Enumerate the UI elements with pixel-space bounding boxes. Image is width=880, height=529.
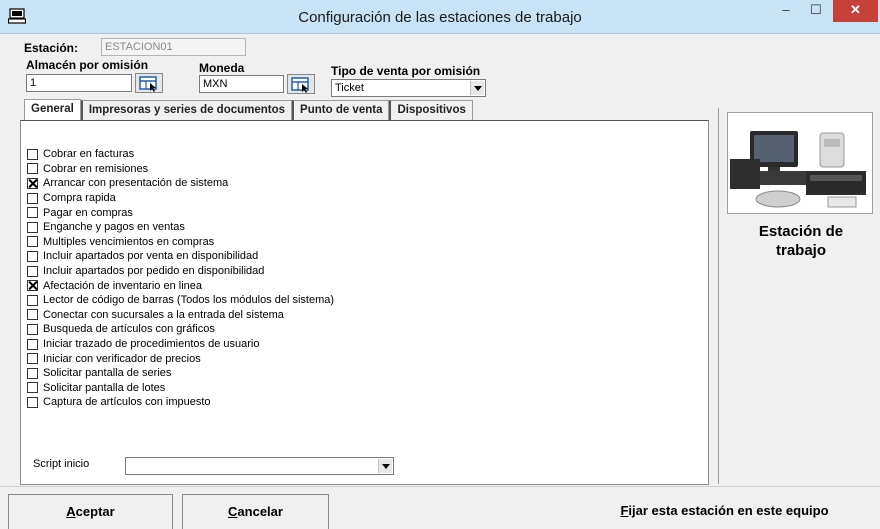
table-lookup-icon [291,77,309,93]
tipo-venta-label: Tipo de venta por omisión [331,64,481,78]
option-row[interactable]: Iniciar trazado de procedimientos de usu… [27,337,334,352]
option-label: Cobrar en remisiones [43,162,149,175]
option-label: Captura de artículos con impuesto [43,396,211,409]
option-row[interactable]: Incluir apartados por pedido en disponib… [27,264,334,279]
option-checkbox[interactable] [27,396,38,408]
option-checkbox[interactable] [27,323,38,335]
moneda-label: Moneda [199,61,245,75]
option-row[interactable]: Conectar con sucursales a la entrada del… [27,308,334,323]
cancelar-button[interactable]: Cancelar [182,494,329,529]
option-row[interactable]: Solicitar pantalla de lotes [27,381,334,396]
table-lookup-icon [139,76,157,92]
almacen-field[interactable]: 1 [26,74,132,92]
option-checkbox[interactable] [27,309,38,321]
option-row[interactable]: Afectación de inventario en linea [27,278,334,293]
option-row[interactable]: Incluir apartados por venta en disponibi… [27,249,334,264]
option-label: Busqueda de artículos con gráficos [43,323,215,336]
aceptar-label: ceptar [75,504,115,519]
option-row[interactable]: Lector de código de barras (Todos los mó… [27,293,334,308]
aceptar-accelerator: A [66,504,76,519]
script-inicio-label: Script inicio [33,458,90,470]
option-checkbox[interactable] [27,207,38,219]
option-row[interactable]: Multiples vencimientos en compras [27,235,334,250]
option-label: Solicitar pantalla de lotes [43,381,166,394]
option-row[interactable]: Compra rapida [27,191,334,206]
option-label: Iniciar trazado de procedimientos de usu… [43,338,260,351]
moneda-field[interactable]: MXN [199,75,284,93]
minimize-button[interactable]: – [772,0,800,22]
tab-impresoras[interactable]: Impresoras y series de documentos [80,100,293,120]
station-caption-line1: Estación de [758,223,844,240]
option-checkbox[interactable] [27,250,38,262]
script-inicio-select[interactable] [125,457,394,475]
window-title: Configuración de las estaciones de traba… [298,9,582,26]
option-checkbox[interactable] [27,265,38,277]
almacen-label: Almacén por omisión [26,58,149,72]
option-checkbox[interactable] [27,382,38,394]
station-caption: Estación de trabajo [725,222,877,260]
option-row[interactable]: Cobrar en remisiones [27,162,334,177]
option-checkbox[interactable] [27,163,38,175]
option-label: Enganche y pagos en ventas [43,221,185,234]
estacion-field: ESTACION01 [101,38,246,56]
tab-strip: General Impresoras y series de documento… [24,99,473,121]
option-checkbox[interactable] [27,177,38,189]
option-checkbox[interactable] [27,367,38,379]
side-divider [718,108,719,484]
option-checkbox[interactable] [27,236,38,248]
option-checkbox[interactable] [27,221,38,233]
tab-punto-de-venta[interactable]: Punto de venta [292,100,390,120]
close-button[interactable]: ✕ [833,0,878,22]
title-bar: Configuración de las estaciones de traba… [0,0,880,34]
option-label: Cobrar en facturas [43,148,135,161]
moneda-lookup-button[interactable] [287,74,315,94]
option-label: Iniciar con verificador de precios [43,352,201,365]
option-label: Pagar en compras [43,206,133,219]
option-checkbox[interactable] [27,148,38,160]
option-checkbox[interactable] [27,338,38,350]
aceptar-button[interactable]: Aceptar [8,494,173,529]
option-label: Solicitar pantalla de series [43,367,172,380]
tipo-venta-select[interactable]: Ticket [331,79,486,97]
option-row[interactable]: Enganche y pagos en ventas [27,220,334,235]
estacion-label: Estación: [24,41,79,55]
option-row[interactable]: Solicitar pantalla de series [27,366,334,381]
station-caption-line2: trabajo [775,242,826,259]
option-checkbox[interactable] [27,353,38,365]
option-row[interactable]: Captura de artículos con impuesto [27,395,334,410]
chevron-down-icon[interactable] [378,459,392,473]
cancelar-label: ancelar [237,504,283,519]
option-label: Compra rapida [43,192,116,205]
tab-general[interactable]: General [24,99,81,121]
option-row[interactable]: Arrancar con presentación de sistema [27,176,334,191]
option-row[interactable]: Iniciar con verificador de precios [27,351,334,366]
option-label: Arrancar con presentación de sistema [43,177,229,190]
option-checkbox[interactable] [27,192,38,204]
workstation-image [727,112,873,214]
maximize-button[interactable]: ☐ [802,0,830,22]
fijar-label: ijar esta estación en este equipo [628,503,829,518]
tipo-venta-value: Ticket [335,82,364,94]
option-row[interactable]: Busqueda de artículos con gráficos [27,322,334,337]
chevron-down-icon[interactable] [470,81,484,95]
option-checkbox[interactable] [27,280,38,292]
option-label: Incluir apartados por pedido en disponib… [43,265,265,278]
option-label: Lector de código de barras (Todos los mó… [43,294,335,307]
cancelar-accelerator: C [228,504,238,519]
option-label: Multiples vencimientos en compras [43,235,215,248]
option-label: Conectar con sucursales a la entrada del… [43,308,284,321]
almacen-lookup-button[interactable] [135,73,163,93]
options-list: Cobrar en facturas Cobrar en remisiones Ar… [27,147,334,410]
option-row[interactable]: Cobrar en facturas [27,147,334,162]
tab-dispositivos[interactable]: Dispositivos [389,100,473,120]
option-label: Afectación de inventario en linea [43,279,202,292]
option-checkbox[interactable] [27,294,38,306]
option-label: Incluir apartados por venta en disponibi… [43,250,259,263]
option-row[interactable]: Pagar en compras [27,205,334,220]
general-tab-panel: Cobrar en facturas Cobrar en remisiones Ar… [20,120,709,485]
pos-hardware-picture [730,131,866,208]
fijar-estacion-button[interactable]: Fijar esta estación en este equipo [577,494,872,529]
